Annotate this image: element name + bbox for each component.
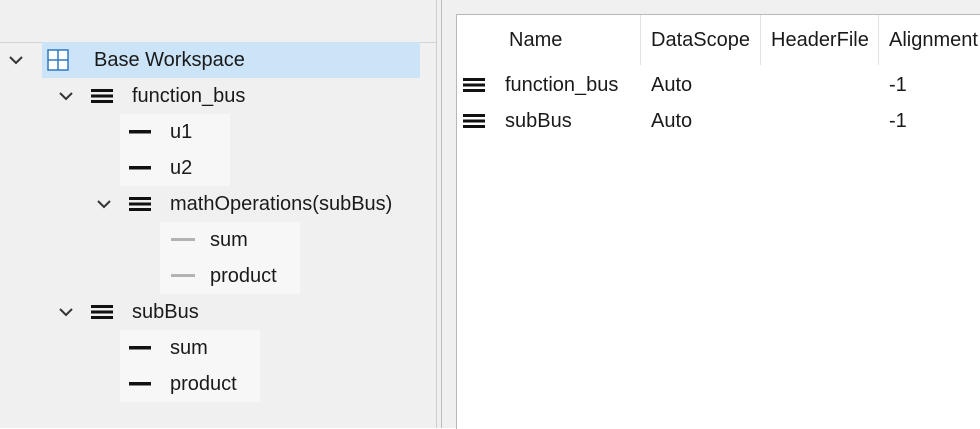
table-cell-name[interactable]: function_bus: [493, 67, 641, 103]
tree-toolbar: [0, 0, 436, 43]
signal-element-icon: [128, 378, 152, 390]
chevron-down-icon[interactable]: [56, 302, 76, 322]
tree-label-subbus[interactable]: subBus: [132, 294, 199, 330]
tree-label-subbus-sum: sum: [170, 337, 208, 359]
tree-label-u2: u2: [170, 157, 193, 179]
signal-element-icon: [170, 271, 196, 281]
bus-icon: [128, 196, 152, 212]
table-cell-alignment[interactable]: -1: [879, 67, 980, 103]
table-cell-datascope[interactable]: Auto: [641, 67, 761, 103]
tree-label-base-workspace: Base Workspace: [94, 49, 245, 71]
tree-label-math-operations[interactable]: mathOperations(subBus): [170, 186, 392, 222]
tree-label-nested-sum: sum: [210, 229, 248, 251]
chevron-down-icon[interactable]: [56, 86, 76, 106]
chevron-down-icon[interactable]: [94, 194, 114, 214]
chevron-down-icon[interactable]: [6, 50, 26, 70]
bus-icon: [459, 67, 489, 103]
table-cell-headerfile[interactable]: [761, 67, 879, 103]
bus-icon: [459, 103, 489, 139]
workspace-tree-pane: Base Workspace function_bus u1 u2 mathOp…: [0, 0, 436, 428]
column-header-alignment[interactable]: Alignment: [879, 15, 980, 65]
column-header-headerfile[interactable]: HeaderFile: [761, 15, 879, 65]
signal-element-icon: [128, 162, 152, 174]
signal-element-icon: [170, 235, 196, 245]
bus-icon: [90, 304, 114, 320]
tree-label-nested-product: product: [210, 265, 277, 287]
contents-table: Name DataScope HeaderFile Alignment func…: [456, 14, 980, 429]
workspace-tree: Base Workspace function_bus u1 u2 mathOp…: [0, 42, 436, 428]
signal-element-icon: [128, 126, 152, 138]
column-header-name[interactable]: Name: [493, 15, 641, 65]
table-cell-alignment[interactable]: -1: [879, 103, 980, 139]
table-cell-headerfile[interactable]: [761, 103, 879, 139]
bus-icon: [90, 88, 114, 104]
table-cell-datascope[interactable]: Auto: [641, 103, 761, 139]
column-header-datascope[interactable]: DataScope: [641, 15, 761, 65]
tree-label-u1: u1: [170, 121, 193, 143]
signal-element-icon: [128, 342, 152, 354]
tree-label-function-bus[interactable]: function_bus: [132, 78, 245, 114]
table-cell-name[interactable]: subBus: [493, 103, 641, 139]
workspace-grid-icon: [46, 48, 70, 72]
tree-label-subbus-product: product: [170, 373, 237, 395]
